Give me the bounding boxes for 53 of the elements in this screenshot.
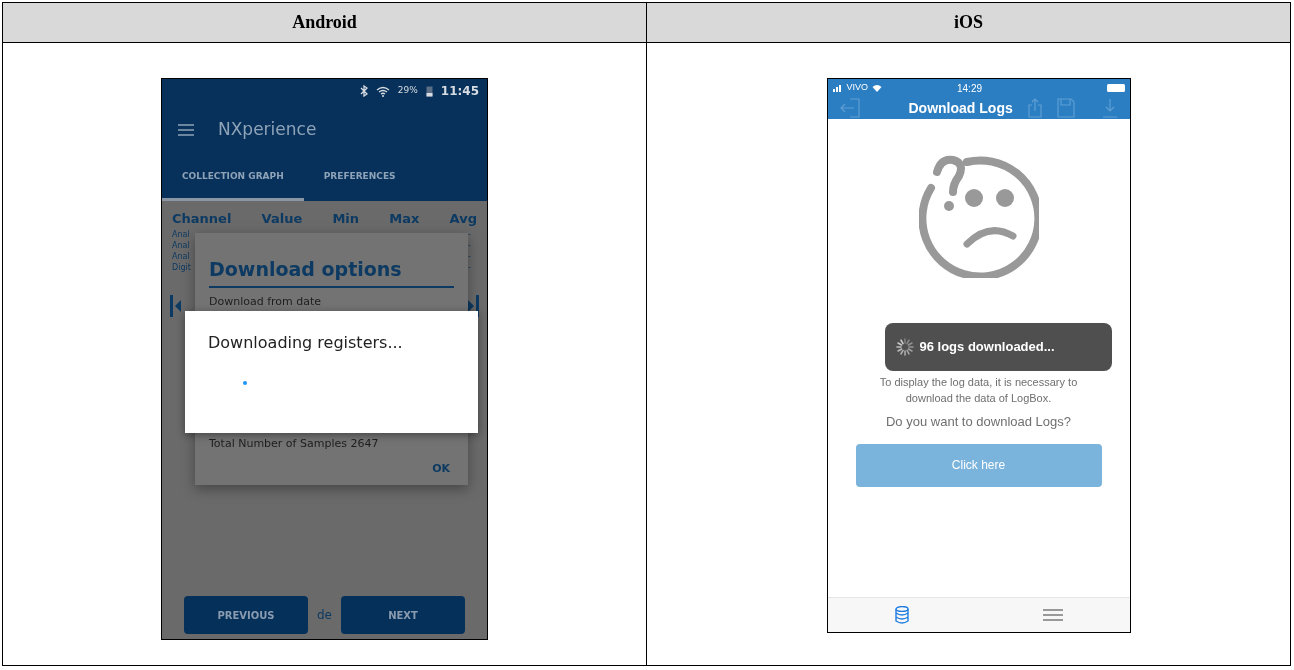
- database-tab-icon[interactable]: [894, 606, 909, 624]
- channel-name: Digit: [172, 261, 191, 273]
- battery-icon: [1106, 84, 1125, 92]
- download-question: Do you want to download Logs?: [886, 413, 1071, 431]
- previous-button[interactable]: PREVIOUS: [184, 596, 308, 634]
- info-text: download the data of LogBox.: [905, 391, 1052, 406]
- wifi-icon: [872, 84, 882, 92]
- skip-forward-icon[interactable]: [467, 294, 479, 317]
- toast-message: 96 logs downloaded...: [919, 338, 1055, 357]
- loading-spinner-icon: [243, 381, 247, 385]
- tab[interactable]: PREFERENCES: [303, 156, 416, 201]
- nav-title: Download Logs: [908, 98, 1013, 118]
- column-header: Avg: [449, 210, 477, 228]
- wifi-icon: [375, 85, 390, 97]
- column-header: Channel: [172, 210, 232, 228]
- channel-name: Anal: [172, 228, 190, 240]
- clock: 14:29: [956, 81, 983, 96]
- confused-face-icon: [918, 154, 1039, 278]
- info-text: To display the log data, it is necessary to: [879, 375, 1078, 390]
- app-title: NXperience: [218, 117, 317, 141]
- logout-icon[interactable]: [839, 98, 862, 118]
- table-cell-text: -: [468, 239, 472, 251]
- tab[interactable]: COLLECTION GRAPH: [162, 156, 304, 201]
- dialog-title: Download options: [209, 255, 454, 288]
- page-separator: de: [317, 607, 332, 624]
- battery-icon: [425, 85, 433, 97]
- channel-name: Anal: [172, 250, 190, 262]
- table-cell-text: -: [468, 250, 472, 262]
- samples-total: Total Number of Samples 2647: [209, 436, 380, 452]
- save-icon[interactable]: [1056, 98, 1075, 118]
- table-cell-text: -: [468, 228, 472, 240]
- download-icon[interactable]: [1101, 98, 1118, 118]
- column-header: iOS: [647, 3, 1290, 43]
- battery-percent: 29%: [397, 84, 418, 98]
- table-cell-text: -: [468, 261, 472, 273]
- carrier-name: VIVO: [846, 81, 868, 95]
- progress-message: Downloading registers...: [208, 332, 404, 354]
- menu-icon[interactable]: [178, 123, 194, 136]
- signal-icon: [832, 84, 843, 92]
- skip-back-icon[interactable]: [170, 294, 182, 317]
- column-header: Android: [3, 3, 647, 43]
- channel-name: Anal: [172, 239, 190, 251]
- column-header: Value: [261, 210, 303, 228]
- ok-button[interactable]: OK: [432, 460, 450, 477]
- loading-spinner-icon: [894, 337, 915, 357]
- clock: 11:45: [440, 83, 479, 100]
- column-header: Min: [332, 210, 360, 228]
- column-header: Max: [389, 210, 420, 228]
- menu-tab-icon[interactable]: [1042, 608, 1063, 622]
- next-button[interactable]: NEXT: [341, 596, 465, 634]
- share-icon[interactable]: [1027, 98, 1042, 118]
- field-label: Download from date: [209, 293, 323, 310]
- bluetooth-icon: [359, 85, 368, 97]
